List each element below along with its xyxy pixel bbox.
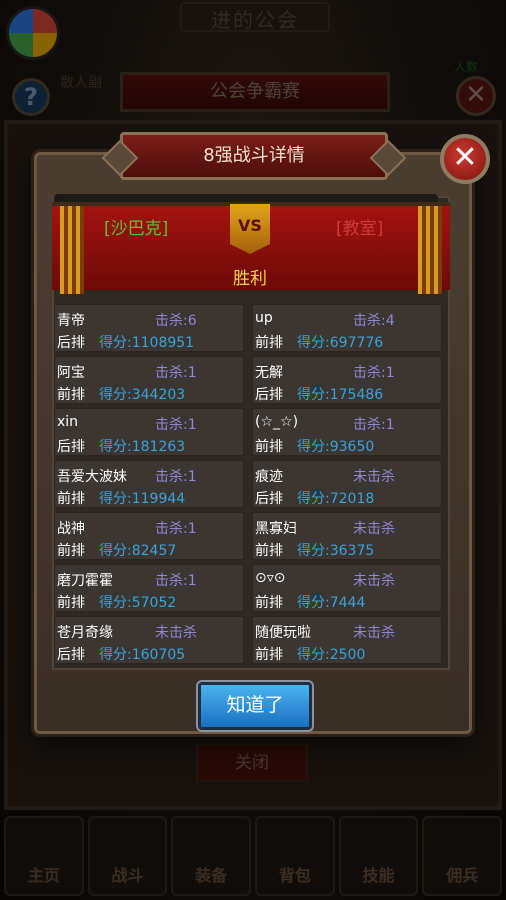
player-kills: 击杀:1 bbox=[155, 521, 197, 537]
player-name: 吾爱大波妹 bbox=[57, 469, 127, 485]
player-kills: 击杀:1 bbox=[353, 365, 395, 381]
left-player-card: 阿宝 击杀:1 前排 得分:344203 bbox=[54, 356, 244, 404]
player-name: 苍月奇缘 bbox=[57, 625, 113, 641]
player-score: 得分:72018 bbox=[297, 491, 375, 507]
player-kills: 未击杀 bbox=[353, 521, 395, 537]
player-name: 无解 bbox=[255, 365, 283, 381]
player-position: 前排 bbox=[57, 491, 85, 507]
left-player-card: xin 击杀:1 后排 得分:181263 bbox=[54, 408, 244, 456]
player-position: 前排 bbox=[57, 387, 85, 403]
right-player-card: 痕迹 未击杀后排 得分:72018 bbox=[252, 460, 442, 508]
right-player-card: up 击杀:4 前排 得分:697776 bbox=[252, 304, 442, 352]
player-kills: 击杀:1 bbox=[155, 365, 197, 381]
player-position: 后排 bbox=[255, 387, 283, 403]
player-position: 前排 bbox=[255, 335, 283, 351]
player-name: 黑寡妇 bbox=[255, 521, 297, 537]
right-player-card: (☆_☆) 击杀:1 前排 得分:93650 bbox=[252, 408, 442, 456]
player-kills: 击杀:4 bbox=[353, 313, 395, 329]
player-kills: 击杀:6 bbox=[155, 313, 197, 329]
player-score: 得分:697776 bbox=[297, 335, 384, 351]
right-player-card: ⊙▿⊙ 未击杀前排 得分:7444 bbox=[252, 564, 442, 612]
player-kills: 击杀:1 bbox=[155, 417, 197, 433]
battle-result: 胜利 bbox=[233, 269, 267, 289]
player-name: 战神 bbox=[57, 521, 85, 537]
right-player-card: 无解 击杀:1 后排 得分:175486 bbox=[252, 356, 442, 404]
player-name: 随便玩啦 bbox=[255, 625, 311, 641]
left-player-card: 苍月奇缘 未击杀后排 得分:160705 bbox=[54, 616, 244, 664]
player-name: ⊙▿⊙ bbox=[255, 570, 286, 586]
player-kills: 击杀:1 bbox=[155, 469, 197, 485]
player-score: 得分:160705 bbox=[99, 647, 186, 663]
left-player-card: 战神 击杀:1 前排 得分:82457 bbox=[54, 512, 244, 560]
left-player-card: 磨刀霍霍 击杀:1 前排 得分:57052 bbox=[54, 564, 244, 612]
player-name: 青帝 bbox=[57, 313, 85, 329]
team-right-name: [教室] bbox=[336, 219, 384, 239]
player-name: (☆_☆) bbox=[255, 414, 299, 430]
player-score: 得分:57052 bbox=[99, 595, 177, 611]
player-score: 得分:344203 bbox=[99, 387, 186, 403]
player-name: xin bbox=[57, 414, 79, 430]
player-position: 后排 bbox=[57, 439, 85, 455]
player-position: 前排 bbox=[57, 595, 85, 611]
player-score: 得分:36375 bbox=[297, 543, 375, 559]
player-score: 得分:93650 bbox=[297, 439, 375, 455]
player-score: 得分:1108951 bbox=[99, 335, 195, 351]
player-position: 后排 bbox=[57, 647, 85, 663]
player-score: 得分:181263 bbox=[99, 439, 186, 455]
left-player-card: 青帝 击杀:6 后排 得分:1108951 bbox=[54, 304, 244, 352]
player-score: 得分:119944 bbox=[99, 491, 186, 507]
player-position: 前排 bbox=[255, 595, 283, 611]
player-name: 痕迹 bbox=[255, 469, 283, 485]
player-position: 后排 bbox=[57, 335, 85, 351]
player-score: 得分:7444 bbox=[297, 595, 366, 611]
dialog-title: 8强战斗详情 bbox=[120, 132, 388, 180]
team-left-name: [沙巴克] bbox=[104, 219, 169, 239]
player-score: 得分:2500 bbox=[297, 647, 366, 663]
player-position: 前排 bbox=[57, 543, 85, 559]
player-kills: 击杀:1 bbox=[155, 573, 197, 589]
player-position: 前排 bbox=[255, 543, 283, 559]
player-kills: 未击杀 bbox=[353, 573, 395, 589]
vs-badge: VS bbox=[230, 204, 270, 254]
player-score: 得分:82457 bbox=[99, 543, 177, 559]
player-name: 阿宝 bbox=[57, 365, 85, 381]
ok-button[interactable]: 知道了 bbox=[196, 680, 314, 732]
left-player-card: 吾爱大波妹 击杀:1 前排 得分:119944 bbox=[54, 460, 244, 508]
player-name: up bbox=[255, 310, 273, 326]
player-position: 后排 bbox=[255, 491, 283, 507]
player-position: 前排 bbox=[255, 439, 283, 455]
player-score: 得分:175486 bbox=[297, 387, 384, 403]
close-icon[interactable]: ✕ bbox=[440, 134, 490, 184]
right-player-card: 黑寡妇 未击杀前排 得分:36375 bbox=[252, 512, 442, 560]
player-position: 前排 bbox=[255, 647, 283, 663]
player-kills: 未击杀 bbox=[155, 625, 197, 641]
player-kills: 未击杀 bbox=[353, 625, 395, 641]
right-player-card: 随便玩啦 未击杀前排 得分:2500 bbox=[252, 616, 442, 664]
player-name: 磨刀霍霍 bbox=[57, 573, 113, 589]
player-kills: 未击杀 bbox=[353, 469, 395, 485]
player-kills: 击杀:1 bbox=[353, 417, 395, 433]
